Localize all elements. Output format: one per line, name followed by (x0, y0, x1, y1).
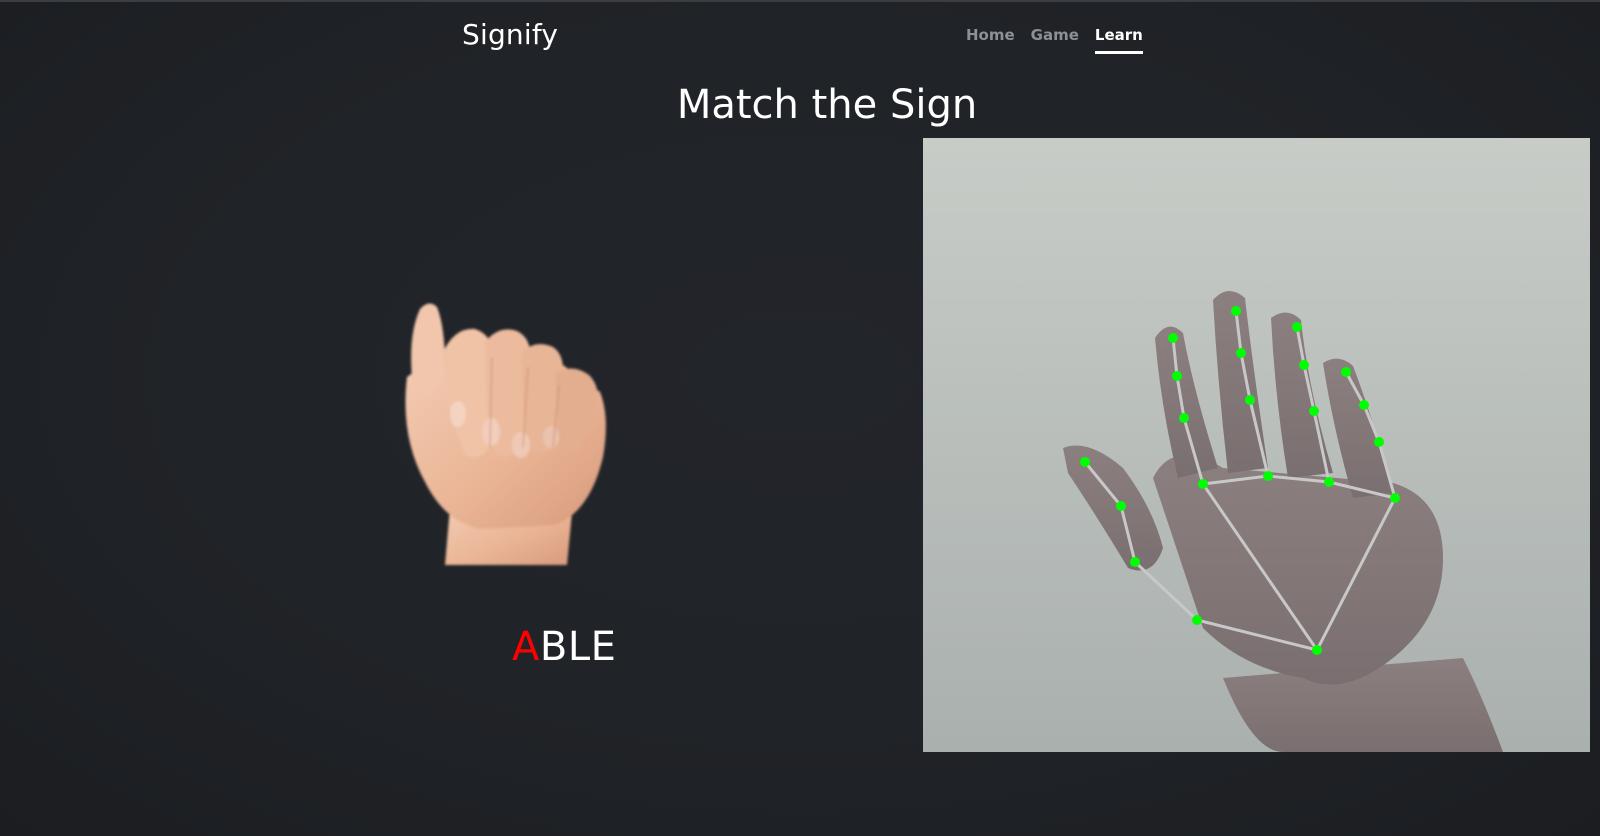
learn-page: Signify Home Game Learn Match the Sign A… (0, 0, 1600, 836)
hand-landmark-overlay (923, 138, 1590, 752)
brand-logo[interactable]: Signify (462, 18, 558, 51)
navbar: Signify Home Game Learn (0, 2, 1600, 74)
fist-sign-illustration (405, 303, 606, 565)
sign-reference-image (395, 297, 625, 587)
nav-game-link[interactable]: Game (1031, 26, 1079, 54)
page-title: Match the Sign (676, 82, 978, 128)
webcam-feed (923, 138, 1590, 752)
target-word-rest: BLE (539, 624, 617, 670)
target-word: ABLE (512, 624, 616, 670)
nav-links: Home Game Learn (966, 26, 1143, 54)
nav-home-link[interactable]: Home (966, 26, 1015, 54)
target-letter: A (512, 624, 540, 670)
nav-learn-link[interactable]: Learn (1094, 26, 1143, 54)
